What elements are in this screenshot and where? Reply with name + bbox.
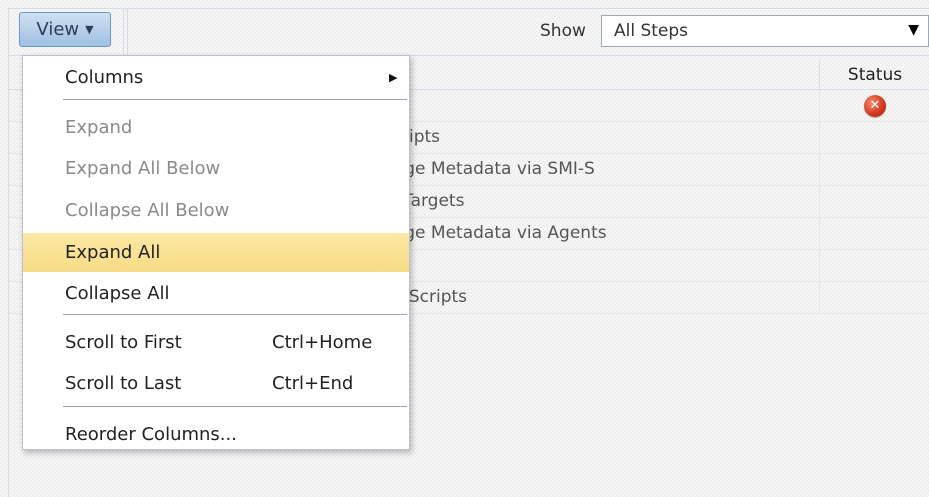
menu-item-expand-all-below[interactable]: Expand All Below xyxy=(23,150,409,186)
dropdown-arrow-icon[interactable]: ▼ xyxy=(908,22,919,38)
view-menu-button[interactable]: View ▼ xyxy=(19,12,111,47)
show-steps-select[interactable]: All Steps ▼ xyxy=(601,15,929,47)
caret-down-icon: ▼ xyxy=(85,23,94,36)
error-icon: ✕ xyxy=(864,94,886,117)
row-status xyxy=(819,250,929,281)
menu-item-expand[interactable]: Expand xyxy=(23,109,409,145)
menu-item-reorder-columns[interactable]: Reorder Columns... xyxy=(23,416,409,452)
menu-item-scroll-to-last[interactable]: Scroll to Last Ctrl+End xyxy=(23,365,409,401)
shortcut-label: Ctrl+End xyxy=(272,372,354,394)
row-status xyxy=(819,186,929,217)
view-button-label: View xyxy=(36,19,80,40)
show-select-value: All Steps xyxy=(614,21,689,41)
toolbar: View ▼ Show All Steps ▼ xyxy=(9,9,929,56)
menu-separator xyxy=(63,314,407,315)
row-status xyxy=(819,218,929,249)
row-status xyxy=(819,282,929,313)
view-dropdown-menu: Columns ▶ Expand Expand All Below Collap… xyxy=(22,55,410,450)
menu-separator xyxy=(63,406,407,407)
row-status: ✕ xyxy=(819,90,929,121)
menu-item-collapse-all[interactable]: Collapse All xyxy=(23,275,409,311)
menu-item-collapse-all-below[interactable]: Collapse All Below xyxy=(23,192,409,228)
menu-separator xyxy=(63,99,407,100)
show-label: Show xyxy=(540,21,586,41)
menu-item-columns[interactable]: Columns ▶ xyxy=(23,59,409,95)
menu-item-scroll-to-first[interactable]: Scroll to First Ctrl+Home xyxy=(23,324,409,360)
row-status xyxy=(819,154,929,185)
submenu-arrow-icon: ▶ xyxy=(389,70,398,84)
shortcut-label: Ctrl+Home xyxy=(272,331,373,353)
menu-item-expand-all[interactable]: Expand All xyxy=(23,233,409,272)
toolbar-divider xyxy=(127,9,128,55)
status-column-header[interactable]: Status xyxy=(819,60,929,89)
toolbar-divider xyxy=(123,9,124,55)
row-status xyxy=(819,122,929,153)
